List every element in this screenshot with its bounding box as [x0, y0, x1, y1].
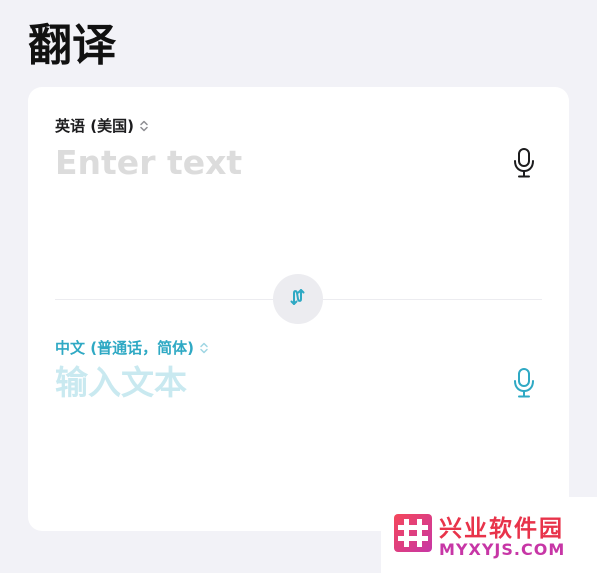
- chevron-up-down-icon: [198, 340, 210, 356]
- watermark-name: 兴业软件园: [439, 516, 564, 542]
- target-microphone-icon[interactable]: [512, 367, 536, 399]
- translation-card: 英语 (美国) 中文 (普通话，简体): [28, 87, 569, 531]
- page-title: 翻译: [28, 20, 116, 71]
- watermark-logo-icon: [393, 513, 433, 553]
- source-language-label: 英语 (美国): [55, 117, 134, 135]
- source-microphone-icon[interactable]: [512, 147, 536, 179]
- swap-arrows-icon: [286, 285, 310, 313]
- watermark-domain: MYXYJS.COM: [439, 540, 566, 559]
- source-text-input[interactable]: [55, 140, 495, 184]
- watermark: 兴业软件园 MYXYJS.COM: [381, 497, 597, 573]
- chevron-up-down-icon: [138, 118, 150, 134]
- swap-languages-button[interactable]: [273, 274, 323, 324]
- source-language-selector[interactable]: 英语 (美国): [55, 115, 150, 136]
- target-text-input[interactable]: [55, 360, 495, 404]
- target-language-selector[interactable]: 中文 (普通话，简体): [55, 337, 210, 358]
- target-language-label: 中文 (普通话，简体): [55, 339, 194, 357]
